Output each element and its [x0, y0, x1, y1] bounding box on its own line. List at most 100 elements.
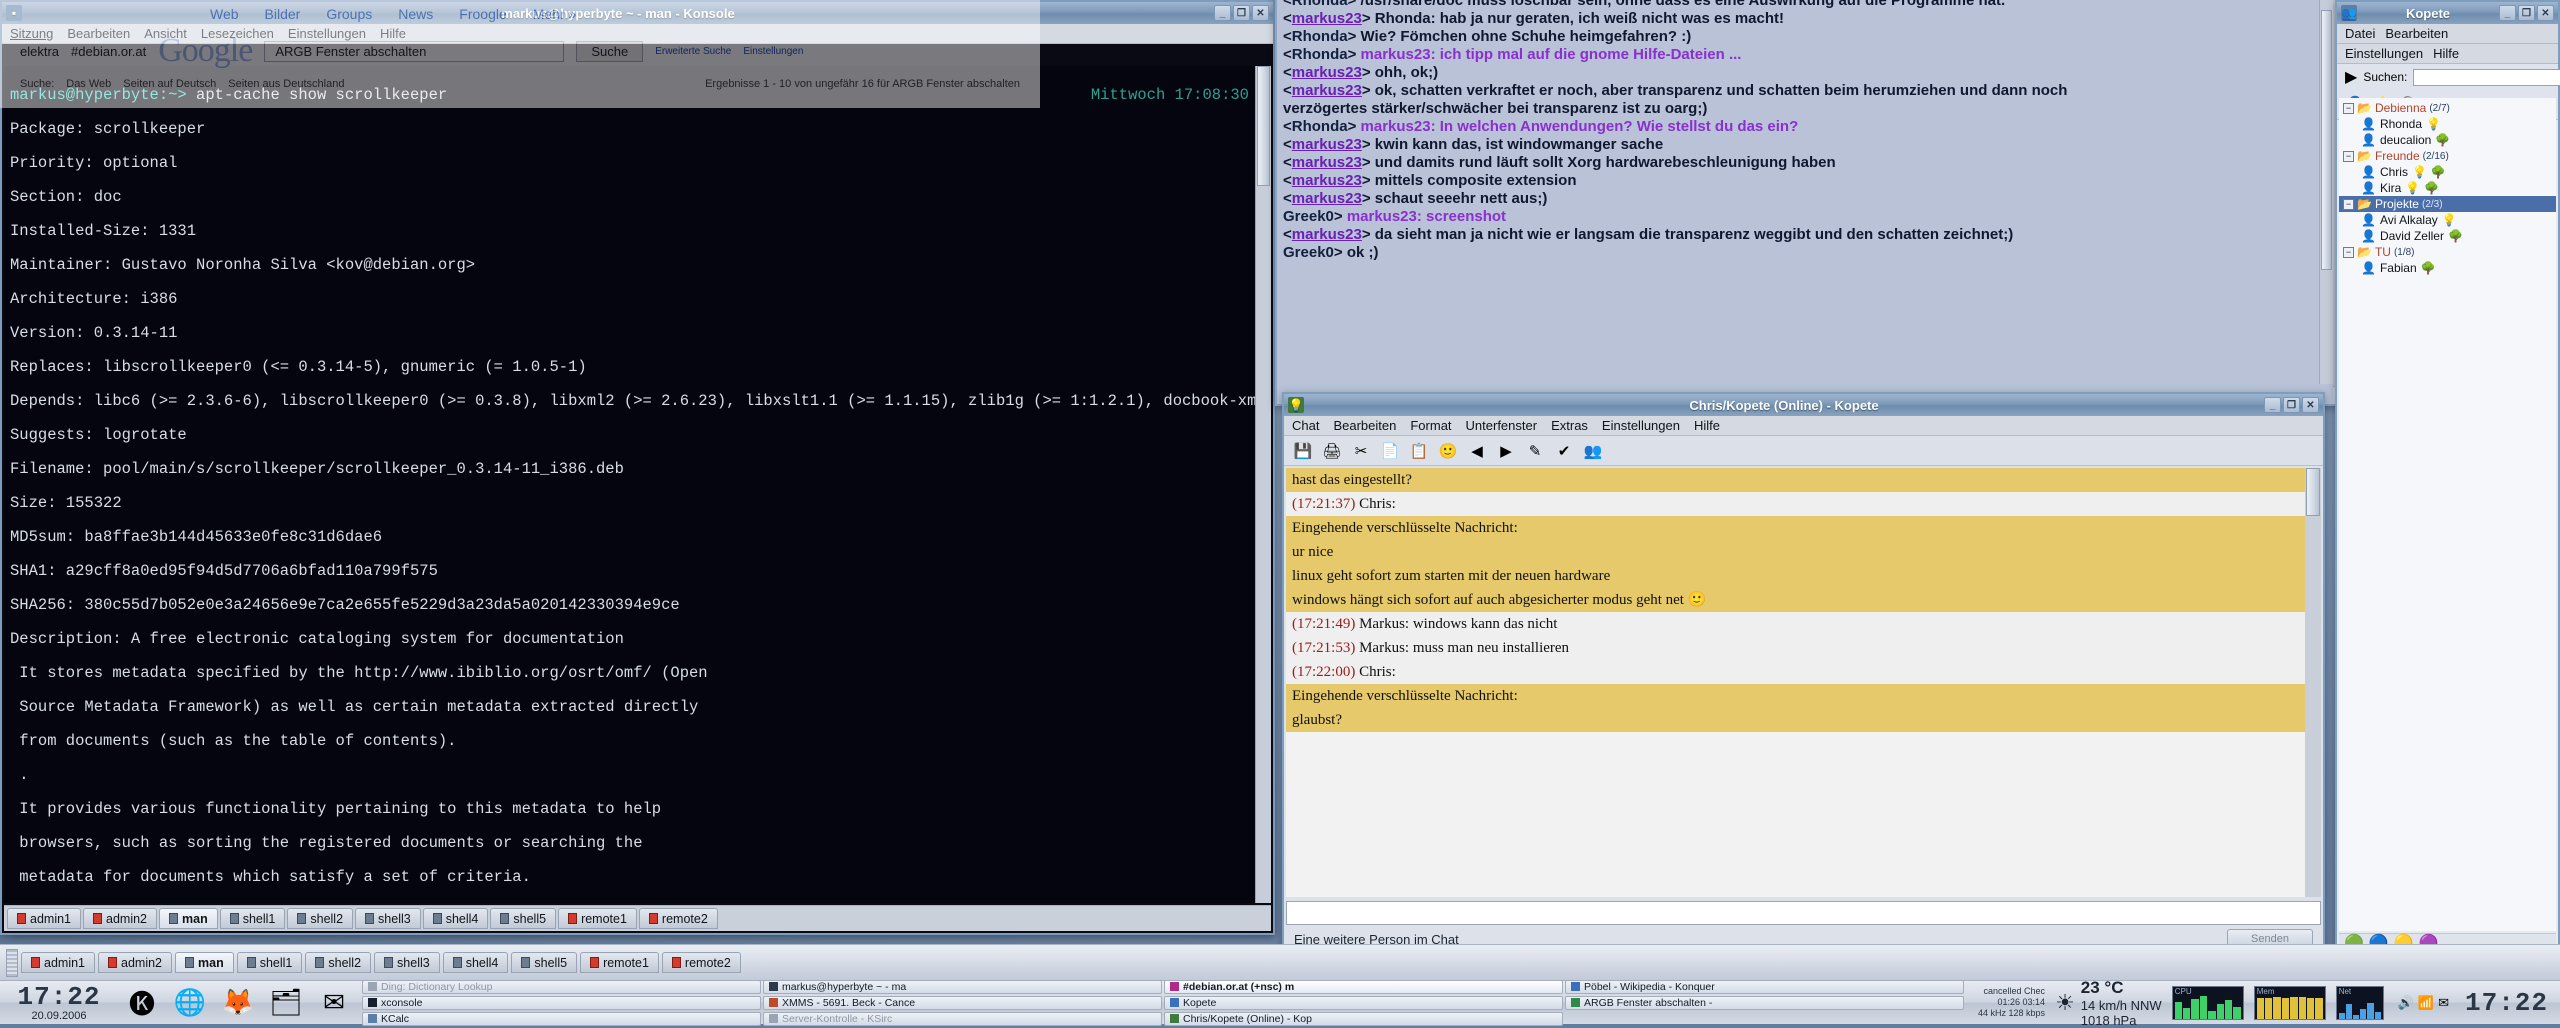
task-ksirc[interactable]: Server-Kontrolle - KSirc: [763, 1011, 1162, 1026]
google-search-input[interactable]: ARGB Fenster abschalten: [264, 40, 565, 62]
contact-group-projekte[interactable]: − 📂 Projekte (2/3): [2339, 196, 2556, 212]
tray-icon-3[interactable]: ✉: [2438, 995, 2449, 1011]
task-konsole[interactable]: markus@hyperbyte ~ - ma: [763, 979, 1162, 994]
collapse-icon[interactable]: −: [2343, 246, 2354, 258]
pen-icon[interactable]: ✎: [1524, 440, 1546, 462]
google-radio-web[interactable]: Das Web: [66, 78, 111, 90]
google-search-button[interactable]: Suche: [576, 40, 644, 62]
tabbar-item-remote1[interactable]: remote1: [580, 952, 659, 973]
menu-einstellungen[interactable]: Einstellungen: [1602, 418, 1680, 433]
menu-hilfe[interactable]: Hilfe: [2433, 46, 2459, 61]
scrollbar-thumb[interactable]: [2306, 468, 2320, 516]
konsole-tabbar[interactable]: admin1 admin2 man shell1 shell2 shell3 s…: [4, 905, 1271, 931]
collapse-icon[interactable]: −: [2343, 150, 2354, 162]
konsole-tab-shell5[interactable]: shell5: [490, 908, 557, 929]
cut-icon[interactable]: ✂: [1350, 440, 1372, 462]
task-konversation[interactable]: #debian.or.at (+nsc) m: [1164, 979, 1563, 994]
save-icon[interactable]: 💾: [1292, 440, 1314, 462]
menu-unterfenster[interactable]: Unterfenster: [1466, 418, 1538, 433]
system-tray[interactable]: 🔊 📶 ✉: [2398, 995, 2449, 1011]
konsole-tab-shell1[interactable]: shell1: [219, 908, 286, 929]
task-xconsole[interactable]: xconsole: [362, 995, 761, 1010]
task-konqueror-wikipedia[interactable]: Pöbel - Wikipedia - Konquer: [1565, 979, 1965, 994]
menu-datei[interactable]: Datei: [2345, 26, 2375, 41]
konsole-tab-admin2[interactable]: admin2: [83, 908, 157, 929]
tabbar-item-shell1[interactable]: shell1: [236, 952, 303, 973]
menu-bearbeiten[interactable]: Bearbeiten: [2385, 26, 2448, 41]
minimize-icon[interactable]: _: [1214, 5, 1231, 21]
kopete-menubar-2[interactable]: Einstellungen Hilfe: [2337, 44, 2558, 64]
emoticon-icon[interactable]: 🙂: [1437, 440, 1459, 462]
back-icon[interactable]: ◀: [1466, 440, 1488, 462]
kopete-chat-window-buttons[interactable]: _ ❐ ✕: [2264, 397, 2319, 413]
collapse-icon[interactable]: −: [2343, 102, 2354, 114]
spellcheck-icon[interactable]: ✔: [1553, 440, 1575, 462]
task-kopete[interactable]: Kopete: [1164, 995, 1563, 1010]
konsole-tab-remote2[interactable]: remote2: [638, 908, 718, 929]
chatwindow-icon[interactable]: 👥: [1582, 440, 1604, 462]
taskbar[interactable]: Ding: Dictionary Lookup markus@hyperbyte…: [362, 979, 1965, 1026]
google-scope-row[interactable]: Suche: Das Web Seiten auf Deutsch Seiten…: [0, 74, 1040, 94]
konqueror-icon[interactable]: 🌐: [170, 983, 210, 1023]
konsole-tab-shell3[interactable]: shell3: [355, 908, 421, 929]
menu-einstellungen[interactable]: Einstellungen: [2345, 46, 2423, 61]
filemanager-icon[interactable]: 🗂: [266, 983, 306, 1023]
google-tab-froogle[interactable]: Froogle: [459, 6, 506, 22]
tabbar-item-remote2[interactable]: remote2: [661, 952, 741, 973]
google-searchrow[interactable]: elektra #debian.or.at Google ARGB Fenste…: [0, 28, 1040, 74]
google-settings-link[interactable]: Einstellungen: [743, 46, 803, 57]
copy-icon[interactable]: 📄: [1379, 440, 1401, 462]
kopete-window[interactable]: 👥 Kopete _ ❐ ✕ Datei Bearbeiten Einstell…: [2335, 0, 2560, 955]
search-input[interactable]: [2413, 68, 2560, 86]
google-radio-deutsch[interactable]: Seiten auf Deutsch: [123, 78, 216, 90]
kopete-chat-input[interactable]: [1286, 901, 2321, 925]
menu-extras[interactable]: Extras: [1551, 418, 1588, 433]
contact-avi-alkalay[interactable]: 👤 Avi Alkalay 💡: [2339, 212, 2556, 228]
maximize-icon[interactable]: ❐: [2283, 397, 2300, 413]
google-tab-news[interactable]: News: [398, 6, 433, 22]
task-chris-kopete[interactable]: Chris/Kopete (Online) - Kop: [1164, 1011, 1563, 1026]
contact-group-tu[interactable]: − 📂 TU (1/8): [2339, 244, 2556, 260]
kopete-chat-scrollbar[interactable]: [2305, 468, 2321, 897]
print-icon[interactable]: 🖨: [1321, 440, 1343, 462]
contact-deucalion[interactable]: 👤 deucalion 🌳: [2339, 132, 2556, 148]
kmenu-icon[interactable]: 🅚: [122, 983, 162, 1023]
kopete-titlebar[interactable]: 👥 Kopete _ ❐ ✕: [2337, 2, 2558, 24]
contact-group-debienna[interactable]: − 📂 Debienna (2/7): [2339, 100, 2556, 116]
kmail-icon[interactable]: ✉: [314, 983, 354, 1023]
task-ding[interactable]: Ding: Dictionary Lookup: [362, 979, 761, 994]
net-monitor[interactable]: Net: [2335, 985, 2384, 1020]
kopete-chat-toolbar[interactable]: 💾 🖨 ✂ 📄 📋 🙂 ◀ ▶ ✎ ✔ 👥: [1284, 436, 2323, 466]
konsole-tab-man[interactable]: man: [159, 908, 218, 929]
menu-hilfe[interactable]: Hilfe: [1694, 418, 1720, 433]
kopete-message-log[interactable]: hast das eingestellt? (17:21:37) Chris: …: [1286, 468, 2305, 897]
konsole-scrollbar[interactable]: [1255, 66, 1271, 903]
menu-bearbeiten[interactable]: Bearbeiten: [1333, 418, 1396, 433]
close-icon[interactable]: ✕: [2302, 397, 2319, 413]
konsole-tab-admin1[interactable]: admin1: [7, 908, 81, 929]
irc-message-log[interactable]: <Rhonda> /usr/share/doc muss löschbar se…: [1277, 0, 2335, 404]
kopete-chat-menubar[interactable]: Chat Bearbeiten Format Unterfenster Extr…: [1284, 416, 2323, 436]
contact-chris[interactable]: 👤 Chris 💡 🌳: [2339, 164, 2556, 180]
kopete-chat-window[interactable]: 💡 Chris/Kopete (Online) - Kopete _ ❐ ✕ C…: [1282, 392, 2325, 955]
contact-david-zeller[interactable]: 👤 David Zeller 🌳: [2339, 228, 2556, 244]
task-kcalc[interactable]: KCalc: [362, 1011, 761, 1026]
tabbar-item-shell3[interactable]: shell3: [374, 952, 440, 973]
tabbar-item-shell5[interactable]: shell5: [511, 952, 578, 973]
kopete-search-row[interactable]: ▶ Suchen:: [2337, 64, 2560, 90]
close-icon[interactable]: ✕: [2537, 5, 2554, 21]
google-tab-bilder[interactable]: Bilder: [265, 6, 301, 22]
tabbar-item-admin1[interactable]: admin1: [21, 952, 95, 973]
google-tab-debian[interactable]: #debian.or.at: [71, 44, 146, 59]
scrollbar-thumb[interactable]: [1257, 66, 1270, 186]
konsole-tab-shell4[interactable]: shell4: [422, 908, 489, 929]
kopete-contact-list[interactable]: − 📂 Debienna (2/7) 👤 Rhonda 💡 👤 deucalion 🌳 …: [2339, 98, 2556, 931]
tray-icon-1[interactable]: 🔊: [2398, 995, 2414, 1011]
kicker-panel[interactable]: 17:22 20.09.2006 🅚 🌐 🦊 🗂 ✉ Ding: Diction…: [0, 978, 2560, 1028]
contact-group-freunde[interactable]: − 📂 Freunde (2/16): [2339, 148, 2556, 164]
tabbar-item-admin2[interactable]: admin2: [98, 952, 172, 973]
cpu-monitor[interactable]: CPU: [2171, 985, 2244, 1020]
google-radio-deutschland[interactable]: Seiten aus Deutschland: [228, 78, 344, 90]
konsole-tab-shell2[interactable]: shell2: [287, 908, 354, 929]
google-nav[interactable]: Web Bilder Groups News Froogle Mehr »: [0, 0, 1040, 28]
